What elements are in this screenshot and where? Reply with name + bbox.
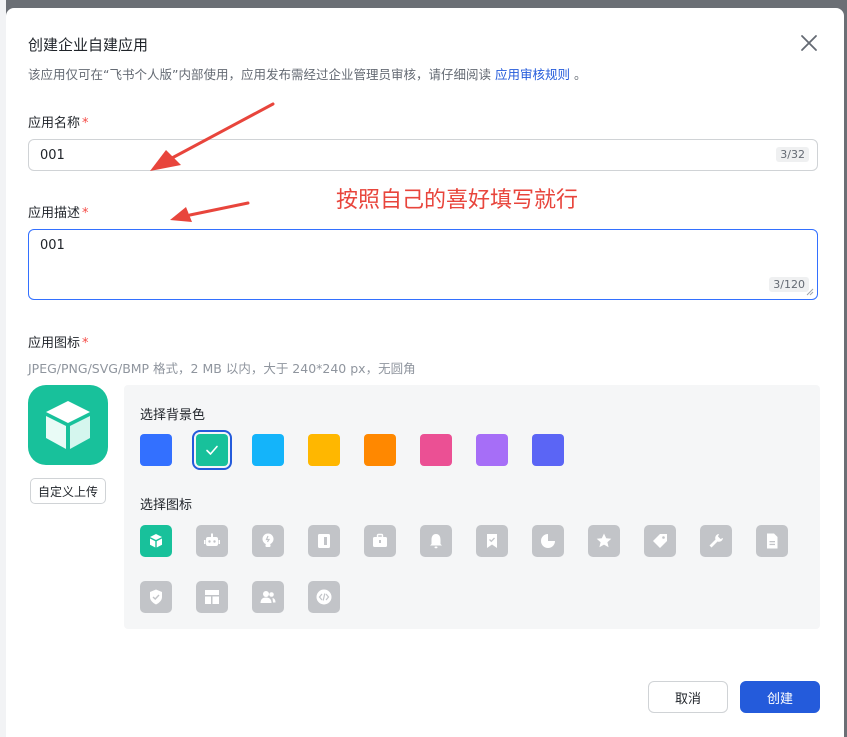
color-swatch-pink[interactable] xyxy=(420,434,452,466)
custom-upload-button[interactable]: 自定义上传 xyxy=(30,478,106,504)
icon-option-shield[interactable] xyxy=(140,581,172,613)
icon-section-title: 选择图标 xyxy=(140,498,193,513)
star-icon xyxy=(596,533,612,548)
app-name-label: 应用名称 * xyxy=(28,112,89,131)
app-name-label-text: 应用名称 xyxy=(28,116,81,131)
icon-option-bulb[interactable] xyxy=(252,525,284,557)
color-swatch-sky[interactable] xyxy=(252,434,284,466)
bookmark-icon xyxy=(487,534,497,548)
bulb-icon xyxy=(262,533,274,547)
dialog-title: 创建企业自建应用 xyxy=(28,36,149,54)
color-swatch-purple[interactable] xyxy=(476,434,508,466)
color-swatch-yellow[interactable] xyxy=(308,434,340,466)
color-swatch-blue[interactable] xyxy=(140,434,172,466)
create-app-dialog: 创建企业自建应用 该应用仅可在“飞书个人版”内部使用，应用发布需经过企业管理员审… xyxy=(6,8,844,737)
required-mark: * xyxy=(82,336,89,351)
wrench-icon xyxy=(709,534,723,548)
app-desc-field[interactable]: 001 3/120 xyxy=(28,229,818,300)
app-desc-label-text: 应用描述 xyxy=(28,206,81,221)
check-icon xyxy=(206,445,218,455)
icon-option-robot[interactable] xyxy=(196,525,228,557)
app-icon-label: 应用图标 * xyxy=(28,332,89,351)
app-desc-label: 应用描述 * xyxy=(28,202,89,221)
color-swatch-indigo[interactable] xyxy=(532,434,564,466)
dialog-subtitle: 该应用仅可在“飞书个人版”内部使用，应用发布需经过企业管理员审核，请仔细阅读 应用… xyxy=(28,64,587,83)
app-desc-counter: 3/120 xyxy=(769,277,809,292)
icon-option-pie-chart[interactable] xyxy=(532,525,564,557)
icon-option-star[interactable] xyxy=(588,525,620,557)
shield-icon xyxy=(150,589,162,605)
icon-option-document[interactable] xyxy=(756,525,788,557)
robot-icon xyxy=(204,533,220,546)
icon-option-wrench[interactable] xyxy=(700,525,732,557)
cube-icon xyxy=(46,401,90,449)
app-name-input[interactable] xyxy=(40,147,740,163)
icon-option-layout[interactable] xyxy=(196,581,228,613)
annotation-text: 按照自己的喜好填写就行 xyxy=(336,188,579,213)
app-name-counter: 3/32 xyxy=(776,147,809,162)
icon-option-users[interactable] xyxy=(252,581,284,613)
close-icon[interactable] xyxy=(798,32,820,54)
subtitle-text: 该应用仅可在“飞书个人版”内部使用，应用发布需经过企业管理员审核，请仔细阅读 xyxy=(28,67,491,82)
layout-icon xyxy=(205,590,219,604)
app-icon-preview xyxy=(28,385,108,465)
app-icon-label-text: 应用图标 xyxy=(28,336,81,351)
create-button[interactable]: 创建 xyxy=(740,681,820,713)
tag-icon xyxy=(653,534,667,548)
app-desc-textarea[interactable]: 001 xyxy=(40,238,760,278)
bg-color-section-title: 选择背景色 xyxy=(140,408,206,423)
users-icon xyxy=(260,591,276,603)
icon-option-code[interactable] xyxy=(308,581,340,613)
icon-option-book[interactable] xyxy=(308,525,340,557)
resize-handle-icon[interactable] xyxy=(806,288,814,296)
book-icon xyxy=(318,534,330,548)
bell-icon xyxy=(430,534,442,549)
subtitle-end: 。 xyxy=(573,67,587,82)
icon-picker-panel: 选择背景色 选择图标 xyxy=(124,385,820,629)
icon-option-briefcase[interactable] xyxy=(364,525,396,557)
cancel-button[interactable]: 取消 xyxy=(648,681,728,713)
code-icon xyxy=(316,589,332,605)
app-icon-hint: JPEG/PNG/SVG/BMP 格式，2 MB 以内，大于 240*240 p… xyxy=(28,361,416,376)
icon-option-cube[interactable] xyxy=(140,525,172,557)
briefcase-icon xyxy=(373,533,387,547)
icon-option-bell[interactable] xyxy=(420,525,452,557)
color-swatch-green[interactable] xyxy=(192,430,232,470)
icon-option-bookmark[interactable] xyxy=(476,525,508,557)
required-mark: * xyxy=(82,116,89,131)
app-name-field[interactable]: 3/32 xyxy=(28,139,818,171)
required-mark: * xyxy=(82,206,89,221)
review-rules-link[interactable]: 应用审核规则 xyxy=(495,67,570,82)
cube-icon xyxy=(150,534,162,548)
document-icon xyxy=(767,533,778,549)
pie-chart-icon xyxy=(541,534,555,548)
color-swatch-orange[interactable] xyxy=(364,434,396,466)
icon-option-tag[interactable] xyxy=(644,525,676,557)
